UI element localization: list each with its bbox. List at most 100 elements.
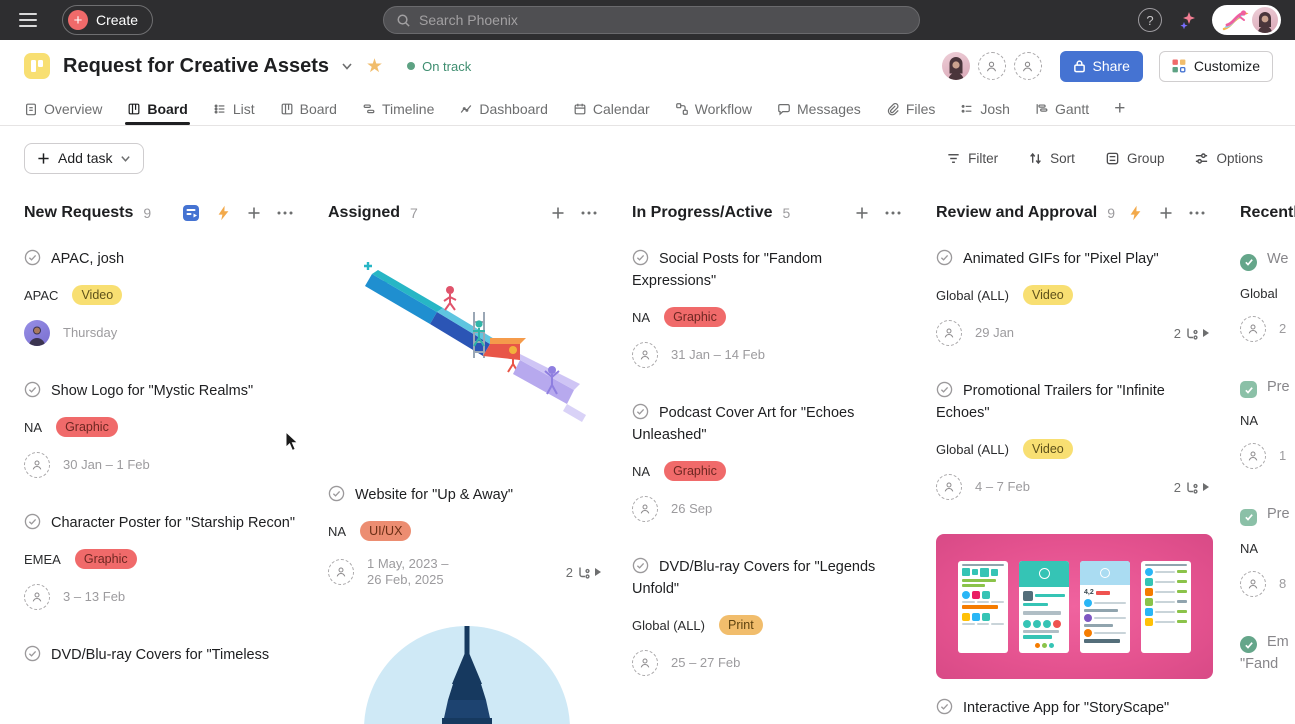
- tab-overview[interactable]: Overview: [24, 92, 102, 125]
- region-label[interactable]: NA: [1240, 413, 1258, 428]
- task-check-icon[interactable]: [24, 381, 41, 398]
- tag-pill[interactable]: Video: [72, 285, 122, 305]
- region-label[interactable]: NA: [1240, 541, 1258, 556]
- task-card[interactable]: APAC, josh APAC Video Thursday: [24, 248, 301, 346]
- project-icon[interactable]: [24, 53, 50, 79]
- assignee-placeholder[interactable]: [24, 452, 50, 478]
- sidebar-toggle-button[interactable]: [10, 4, 46, 36]
- task-card[interactable]: Show Logo for "Mystic Realms" NA Graphic…: [24, 380, 301, 478]
- region-label[interactable]: NA: [632, 310, 650, 325]
- task-card[interactable]: Website for "Up & Away" NA UI/UX 1 May, …: [328, 484, 605, 588]
- tag-pill[interactable]: Graphic: [56, 417, 118, 437]
- column-options-button[interactable]: [277, 211, 293, 215]
- tab-timeline[interactable]: Timeline: [362, 92, 434, 125]
- tab-josh[interactable]: Josh: [960, 92, 1010, 125]
- tab-board-2[interactable]: Board: [280, 92, 337, 125]
- task-approved-icon[interactable]: [1240, 509, 1257, 526]
- region-label[interactable]: Global (ALL): [936, 288, 1009, 303]
- tag-pill[interactable]: Graphic: [664, 461, 726, 481]
- subtask-indicator[interactable]: 2: [1174, 480, 1213, 495]
- account-pill[interactable]: [1212, 5, 1281, 35]
- add-task-to-column-button[interactable]: [551, 206, 565, 220]
- task-check-icon[interactable]: [632, 557, 649, 574]
- tab-workflow[interactable]: Workflow: [675, 92, 752, 125]
- tag-pill[interactable]: Graphic: [664, 307, 726, 327]
- invite-member-placeholder[interactable]: [978, 52, 1006, 80]
- region-label[interactable]: NA: [328, 524, 346, 539]
- task-check-icon[interactable]: [936, 698, 953, 715]
- add-task-to-column-button[interactable]: [247, 206, 261, 220]
- task-check-icon[interactable]: [328, 485, 345, 502]
- chevron-down-icon[interactable]: [341, 60, 353, 72]
- task-card[interactable]: Promotional Trailers for "Infinite Echoe…: [936, 380, 1213, 500]
- customize-button[interactable]: Customize: [1159, 51, 1273, 82]
- tag-pill[interactable]: Graphic: [75, 549, 137, 569]
- tag-pill[interactable]: Video: [1023, 285, 1073, 305]
- task-check-icon[interactable]: [24, 249, 41, 266]
- tab-dashboard[interactable]: Dashboard: [459, 92, 548, 125]
- tab-list[interactable]: List: [213, 92, 255, 125]
- column-options-button[interactable]: [1189, 211, 1205, 215]
- assignee-placeholder[interactable]: [1240, 443, 1266, 469]
- column-options-button[interactable]: [885, 211, 901, 215]
- tag-pill[interactable]: Video: [1023, 439, 1073, 459]
- add-tab-button[interactable]: +: [1114, 92, 1125, 125]
- tab-calendar[interactable]: Calendar: [573, 92, 650, 125]
- assignee-placeholder[interactable]: [632, 496, 658, 522]
- task-check-icon[interactable]: [632, 403, 649, 420]
- filter-button[interactable]: Filter: [946, 151, 998, 166]
- task-card[interactable]: Character Poster for "Starship Recon" EM…: [24, 512, 301, 610]
- region-label[interactable]: Global (ALL): [632, 618, 705, 633]
- assignee-placeholder[interactable]: [632, 342, 658, 368]
- task-approved-icon[interactable]: [1240, 381, 1257, 398]
- task-card[interactable]: Pre NA 1: [1240, 376, 1295, 470]
- task-card[interactable]: Podcast Cover Art for "Echoes Unleashed"…: [632, 402, 909, 522]
- column-header[interactable]: New Requests 9: [24, 192, 301, 226]
- tab-gantt[interactable]: Gantt: [1035, 92, 1089, 125]
- task-card[interactable]: Interactive App for "StoryScape": [936, 697, 1213, 719]
- rules-lightning-icon[interactable]: [1128, 205, 1143, 221]
- assignee-placeholder[interactable]: [936, 320, 962, 346]
- assignee-placeholder[interactable]: [936, 474, 962, 500]
- task-check-icon[interactable]: [936, 249, 953, 266]
- group-button[interactable]: Group: [1105, 151, 1165, 166]
- region-label[interactable]: NA: [632, 464, 650, 479]
- column-header[interactable]: Review and Approval 9: [936, 192, 1213, 226]
- add-task-to-column-button[interactable]: [855, 206, 869, 220]
- add-task-button[interactable]: Add task: [24, 143, 144, 174]
- status-badge[interactable]: On track: [407, 59, 471, 74]
- column-options-button[interactable]: [581, 211, 597, 215]
- task-check-icon[interactable]: [24, 645, 41, 662]
- search-input[interactable]: [419, 12, 907, 28]
- assignee-placeholder[interactable]: [1240, 316, 1266, 342]
- task-card[interactable]: Social Posts for "Fandom Expressions" NA…: [632, 248, 909, 368]
- task-card[interactable]: DVD/Blu-ray Covers for "Timeless: [24, 644, 301, 666]
- help-button[interactable]: ?: [1138, 8, 1162, 32]
- assignee-placeholder[interactable]: [328, 559, 354, 585]
- region-label[interactable]: Global: [1240, 286, 1278, 301]
- member-avatar[interactable]: [942, 52, 970, 80]
- region-label[interactable]: NA: [24, 420, 42, 435]
- subtask-indicator[interactable]: 2: [1174, 326, 1213, 341]
- app-mockups-cover-image[interactable]: 4,2: [936, 534, 1213, 679]
- invite-member-placeholder[interactable]: [1014, 52, 1042, 80]
- column-header[interactable]: Assigned 7: [328, 192, 605, 226]
- region-label[interactable]: APAC: [24, 288, 58, 303]
- create-button[interactable]: + Create: [62, 5, 153, 35]
- tab-messages[interactable]: Messages: [777, 92, 861, 125]
- column-header[interactable]: In Progress/Active 5: [632, 192, 909, 226]
- region-label[interactable]: EMEA: [24, 552, 61, 567]
- column-header[interactable]: Recently: [1240, 192, 1295, 226]
- task-card[interactable]: DVD/Blu-ray Covers for "Legends Unfold" …: [632, 556, 909, 676]
- region-label[interactable]: Global (ALL): [936, 442, 1009, 457]
- assignee-placeholder[interactable]: [24, 584, 50, 610]
- tag-pill[interactable]: UI/UX: [360, 521, 411, 541]
- search-bar[interactable]: [383, 6, 920, 34]
- subtask-indicator[interactable]: 2: [566, 565, 605, 580]
- assignee-placeholder[interactable]: [1240, 571, 1266, 597]
- tab-files[interactable]: Files: [886, 92, 936, 125]
- assignee-placeholder[interactable]: [632, 650, 658, 676]
- assignee-avatar[interactable]: [24, 320, 50, 346]
- form-icon[interactable]: [182, 204, 200, 222]
- task-card[interactable]: Pre NA 8: [1240, 503, 1295, 597]
